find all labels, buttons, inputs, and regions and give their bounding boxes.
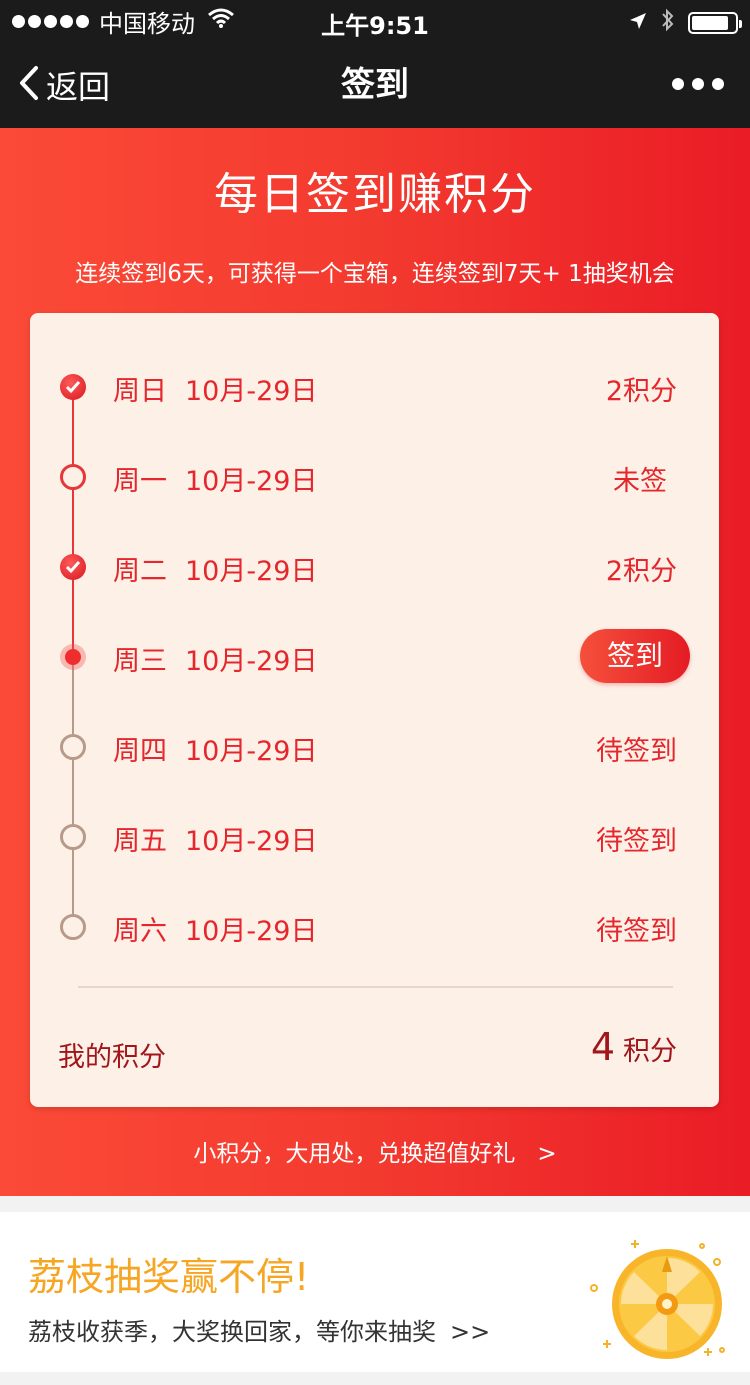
checkin-hero: 每日签到赚积分 连续签到6天，可获得一个宝箱，连续签到7天+ 1抽奖机会 周日 1…: [0, 128, 750, 1196]
my-points-value: 4 积分: [591, 1025, 677, 1069]
checked-marker: [60, 374, 86, 400]
promo-arrow: >>: [450, 1318, 491, 1346]
day-label: 周五 10月-29日: [113, 819, 317, 858]
day-row-monday: 周一 10月-29日 未签: [30, 447, 719, 507]
pending-marker: [60, 914, 86, 940]
hero-title: 每日签到赚积分: [214, 169, 536, 220]
day-label: 周日 10月-29日: [113, 369, 317, 408]
day-row-saturday: 周六 10月-29日 待签到: [30, 897, 719, 957]
day-row-sunday: 周日 10月-29日 2积分: [30, 357, 719, 417]
nav-bar: 返回 签到: [0, 42, 750, 128]
status-bar: 中国移动 上午9:51: [0, 0, 750, 42]
redeem-gifts-link[interactable]: 小积分，大用处，兑换超值好礼 >: [0, 1134, 750, 1168]
day-status: 待签到: [596, 916, 677, 947]
weekday: 周二: [113, 556, 167, 587]
day-status: 未签: [613, 466, 667, 497]
day-row-friday: 周五 10月-29日 待签到: [30, 807, 719, 867]
date: 10月-29日: [185, 556, 318, 587]
bluetooth-icon: [660, 8, 676, 38]
weekday: 周一: [113, 466, 167, 497]
check-icon: [65, 561, 81, 574]
weekday: 周三: [113, 646, 167, 677]
checkin-card: 周日 10月-29日 2积分 周一 10月-29日 未签 周二 10月-29日 2积分: [30, 313, 719, 1107]
lottery-promo[interactable]: 荔枝抽奖赢不停! 荔枝收获季，大奖换回家，等你来抽奖 >>: [0, 1212, 750, 1372]
battery-icon: [688, 12, 742, 34]
promo-title: 荔枝抽奖赢不停!: [28, 1255, 310, 1299]
hero-subtitle: 连续签到6天，可获得一个宝箱，连续签到7天+ 1抽奖机会: [75, 261, 675, 287]
weekday: 周日: [113, 376, 167, 407]
more-dots-icon[interactable]: [672, 78, 724, 90]
location-arrow-icon: [628, 9, 648, 37]
redeem-link-text: 小积分，大用处，兑换超值好礼: [193, 1141, 516, 1167]
weekday: 周四: [113, 736, 167, 767]
day-row-tuesday: 周二 10月-29日 2积分: [30, 537, 719, 597]
weekday: 周六: [113, 916, 167, 947]
checked-marker: [60, 554, 86, 580]
missed-marker: [60, 464, 86, 490]
day-status: 2积分: [605, 376, 677, 407]
pending-marker: [60, 824, 86, 850]
points-number: 4: [590, 1025, 615, 1069]
date: 10月-29日: [185, 826, 318, 857]
chevron-right-icon: >: [537, 1141, 557, 1167]
day-status: 待签到: [596, 826, 677, 857]
day-row-thursday: 周四 10月-29日 待签到: [30, 717, 719, 777]
date: 10月-29日: [185, 646, 318, 677]
day-label: 周四 10月-29日: [113, 729, 317, 768]
day-label: 周二 10月-29日: [113, 549, 317, 588]
day-status: 待签到: [596, 736, 677, 767]
page-title: 签到: [341, 65, 409, 105]
status-bar-right: [628, 8, 742, 38]
my-points-label: 我的积分: [58, 1042, 166, 1073]
date: 10月-29日: [185, 376, 318, 407]
day-row-wednesday: 周三 10月-29日 签到: [30, 627, 719, 687]
date: 10月-29日: [185, 736, 318, 767]
divider: [78, 986, 673, 988]
weekday: 周五: [113, 826, 167, 857]
sign-in-button[interactable]: 签到: [580, 629, 690, 683]
date: 10月-29日: [185, 466, 318, 497]
lottery-wheel-icon: [590, 1240, 725, 1359]
pending-marker: [60, 734, 86, 760]
check-icon: [65, 381, 81, 394]
day-label: 周一 10月-29日: [113, 459, 317, 498]
day-label: 周三 10月-29日: [113, 639, 317, 678]
today-marker: [60, 644, 86, 670]
day-label: 周六 10月-29日: [113, 909, 317, 948]
promo-subtitle: 荔枝收获季，大奖换回家，等你来抽奖 >>: [28, 1312, 490, 1347]
points-unit: 积分: [623, 1036, 677, 1067]
promo-subtitle-text: 荔枝收获季，大奖换回家，等你来抽奖: [28, 1318, 436, 1346]
date: 10月-29日: [185, 916, 318, 947]
day-status: 2积分: [605, 556, 677, 587]
